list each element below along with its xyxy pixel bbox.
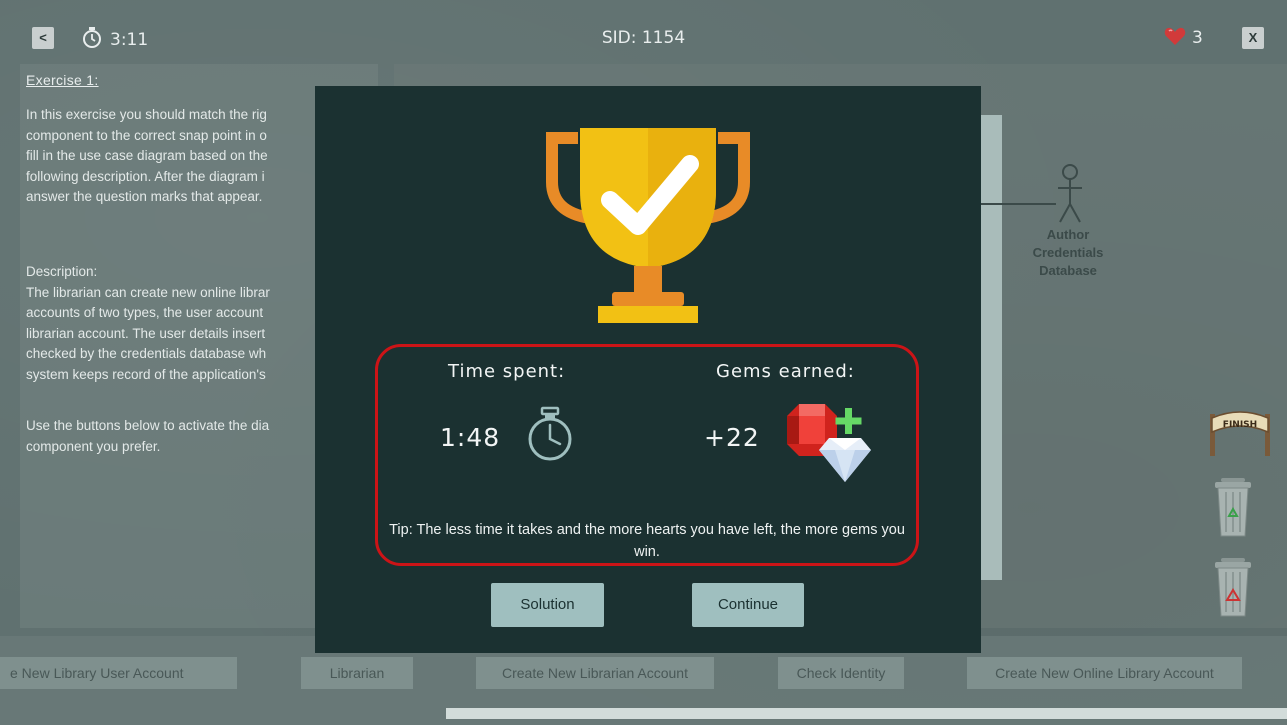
hearts-value: 3 [1192, 28, 1203, 48]
top-bar: < 3:11 SID: 1154 3 X [0, 0, 1287, 62]
gems-earned-value: +22 [704, 423, 760, 452]
component-button-new-library-user-account[interactable]: e New Library User Account [0, 657, 237, 689]
tip-text: Tip: The less time it takes and the more… [389, 522, 905, 560]
hearts-counter: 3 [1164, 27, 1203, 48]
horizontal-scrollbar[interactable] [446, 708, 1287, 719]
exercise-title: Exercise 1: [26, 72, 99, 88]
time-spent-value: 1:48 [440, 423, 501, 452]
finish-label: FINISH [1223, 420, 1257, 430]
close-button[interactable]: X [1242, 27, 1264, 49]
trash-recycle-icon[interactable] [1213, 476, 1253, 538]
trash-delete-icon[interactable] [1213, 556, 1253, 618]
actor-icon [980, 164, 1082, 223]
finish-flag-icon[interactable]: FINISH [1206, 404, 1274, 456]
component-button-create-new-online-library-account[interactable]: Create New Online Library Account [967, 657, 1242, 689]
stopwatch-icon [528, 406, 572, 461]
component-button-librarian[interactable]: Librarian [301, 657, 413, 689]
gems-earned-heading: Gems earned: [716, 361, 855, 382]
trophy-icon [546, 128, 750, 323]
continue-button[interactable]: Continue [692, 583, 804, 627]
time-spent-heading: Time spent: [448, 361, 566, 382]
component-button-check-identity[interactable]: Check Identity [778, 657, 904, 689]
session-id: SID: 1154 [601, 28, 686, 48]
actor-label: Author Credentials Database [1032, 227, 1104, 278]
solution-button[interactable]: Solution [491, 583, 604, 627]
exercise-instruction: Use the buttons below to activate the di… [26, 418, 270, 454]
component-button-create-new-librarian-account[interactable]: Create New Librarian Account [476, 657, 714, 689]
gems-plus-icon [787, 404, 871, 482]
exercise-intro: In this exercise you should match the ri… [26, 107, 268, 204]
heart-icon [1164, 27, 1186, 45]
exercise-description: Description: The librarian can create ne… [26, 264, 270, 382]
